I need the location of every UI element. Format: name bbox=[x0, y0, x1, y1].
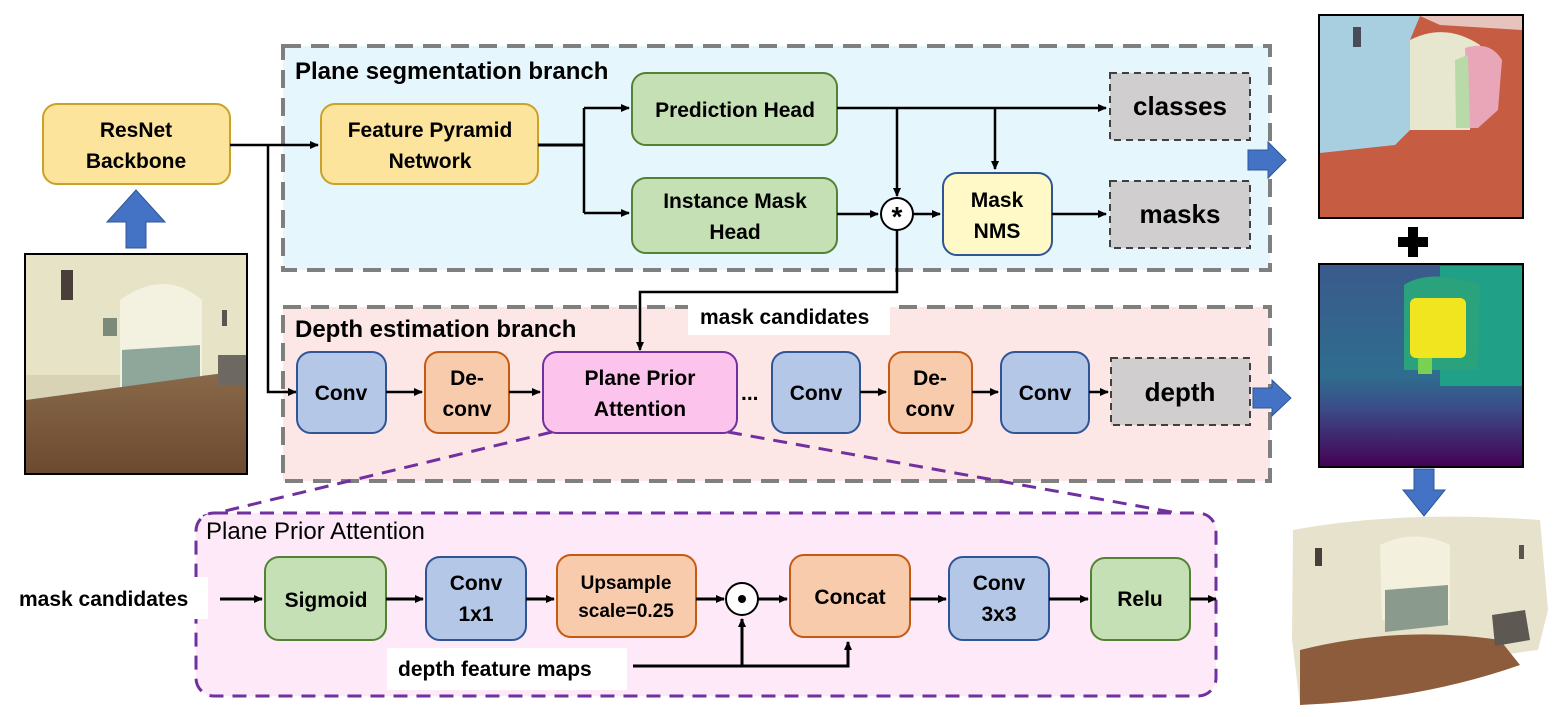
depth-branch-title: Depth estimation branch bbox=[295, 316, 576, 343]
svg-text:De-: De- bbox=[450, 367, 484, 390]
svg-text:De-: De- bbox=[913, 367, 947, 390]
svg-text:scale=0.25: scale=0.25 bbox=[578, 601, 674, 622]
dot-icon bbox=[738, 595, 746, 603]
svg-text:Relu: Relu bbox=[1117, 588, 1163, 611]
svg-text:classes: classes bbox=[1133, 91, 1227, 121]
svg-text:3x3: 3x3 bbox=[981, 603, 1016, 626]
svg-text:Backbone: Backbone bbox=[86, 150, 186, 173]
upsample-block[interactable]: Upsample scale=0.25 bbox=[556, 554, 697, 638]
mask-nms-block[interactable]: Mask NMS bbox=[942, 172, 1053, 256]
depth-deconv-1[interactable]: De- conv bbox=[424, 351, 510, 434]
concat-block[interactable]: Concat bbox=[789, 554, 911, 638]
mask-candidates-label: mask candidates bbox=[700, 306, 869, 329]
svg-text:1x1: 1x1 bbox=[458, 603, 493, 626]
relu-block[interactable]: Relu bbox=[1090, 557, 1191, 641]
svg-text:Conv: Conv bbox=[1019, 382, 1072, 405]
svg-text:Mask: Mask bbox=[971, 189, 1024, 212]
input-room-photo bbox=[24, 253, 248, 475]
ppa-input-label: mask candidates bbox=[19, 588, 188, 611]
sigmoid-block[interactable]: Sigmoid bbox=[264, 556, 387, 641]
svg-text:Attention: Attention bbox=[594, 398, 686, 421]
svg-text:Conv: Conv bbox=[450, 572, 503, 595]
svg-text:masks: masks bbox=[1140, 199, 1221, 229]
svg-text:Upsample: Upsample bbox=[581, 573, 672, 594]
depth-conv-2[interactable]: Conv bbox=[771, 351, 861, 434]
elementwise-multiply-operator bbox=[725, 582, 759, 616]
depth-conv-3[interactable]: Conv bbox=[1000, 351, 1090, 434]
up-arrow-icon bbox=[105, 189, 167, 249]
svg-text:Conv: Conv bbox=[315, 382, 368, 405]
depth-conv-1[interactable]: Conv bbox=[296, 351, 387, 434]
ellipsis: ... bbox=[741, 382, 759, 405]
svg-text:Sigmoid: Sigmoid bbox=[285, 589, 368, 612]
svg-text:Feature Pyramid: Feature Pyramid bbox=[348, 119, 513, 142]
plus-icon bbox=[1398, 227, 1428, 257]
svg-text:Network: Network bbox=[389, 150, 472, 173]
conv-3x3-block[interactable]: Conv 3x3 bbox=[948, 556, 1050, 641]
segmentation-branch-title: Plane segmentation branch bbox=[295, 58, 608, 85]
svg-text:Prediction Head: Prediction Head bbox=[655, 99, 815, 122]
svg-text:NMS: NMS bbox=[974, 220, 1021, 243]
plane-prior-attention-block[interactable]: Plane Prior Attention bbox=[542, 351, 738, 434]
svg-text:Concat: Concat bbox=[814, 586, 885, 609]
architecture-diagram: Plane segmentation branch Depth estimati… bbox=[10, 14, 1548, 705]
svg-text:Conv: Conv bbox=[973, 572, 1026, 595]
prediction-head-block[interactable]: Prediction Head bbox=[631, 72, 838, 146]
asterisk-icon: * bbox=[892, 201, 903, 232]
depth-feature-maps-label: depth feature maps bbox=[398, 658, 592, 681]
depth-deconv-2[interactable]: De- conv bbox=[888, 351, 973, 434]
svg-text:Instance Mask: Instance Mask bbox=[663, 190, 807, 213]
depth-output: depth bbox=[1110, 357, 1251, 426]
masks-output: masks bbox=[1109, 180, 1251, 249]
classes-output: classes bbox=[1109, 72, 1251, 141]
resnet-backbone-block[interactable]: ResNet Backbone bbox=[42, 103, 231, 185]
segmentation-result bbox=[1318, 14, 1524, 219]
svg-text:ResNet: ResNet bbox=[100, 119, 172, 142]
svg-text:Head: Head bbox=[709, 221, 760, 244]
svg-text:depth: depth bbox=[1145, 377, 1216, 407]
conv-1x1-block[interactable]: Conv 1x1 bbox=[425, 556, 527, 641]
3d-reconstruction bbox=[1292, 516, 1548, 705]
svg-text:conv: conv bbox=[905, 398, 954, 421]
svg-text:Plane Prior: Plane Prior bbox=[585, 367, 696, 390]
down-arrow-icon bbox=[1401, 468, 1447, 517]
instance-mask-head-block[interactable]: Instance Mask Head bbox=[631, 177, 838, 254]
depth-map bbox=[1318, 263, 1524, 468]
svg-text:Conv: Conv bbox=[790, 382, 843, 405]
fpn-block[interactable]: Feature Pyramid Network bbox=[320, 103, 539, 185]
svg-text:conv: conv bbox=[442, 398, 491, 421]
ppa-detail-title: Plane Prior Attention bbox=[206, 518, 425, 545]
